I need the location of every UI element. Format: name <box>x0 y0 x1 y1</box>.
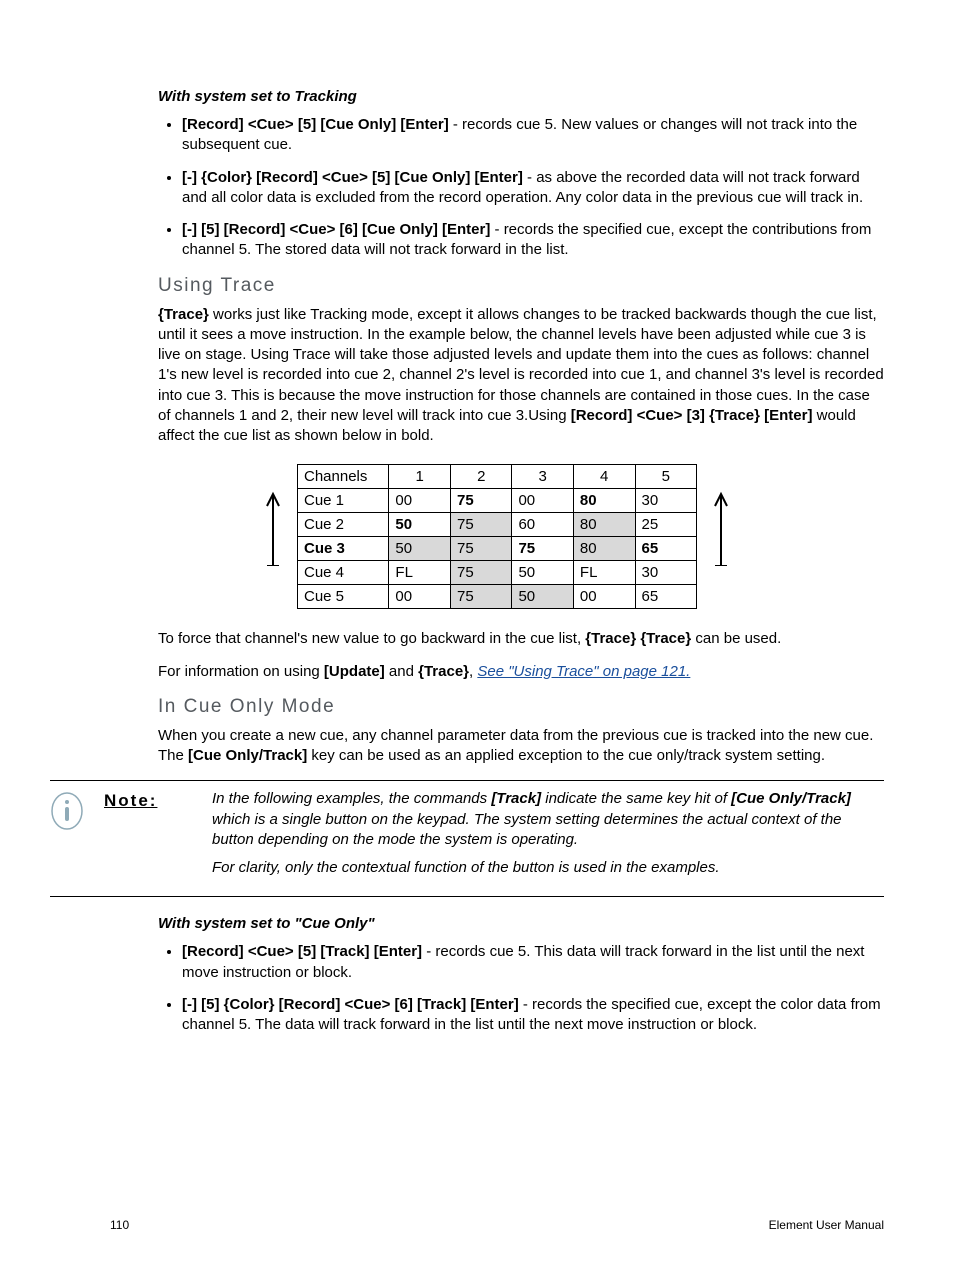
cmd: [Record] <Cue> [5] [Cue Only] [Enter] <box>182 116 449 133</box>
text: key can be used as an applied exception … <box>307 747 825 764</box>
cell: 80 <box>573 537 635 561</box>
table-row: Cue 4FL7550FL30 <box>298 561 697 585</box>
cell: 50 <box>389 537 451 561</box>
cell: 30 <box>635 489 696 513</box>
cmd: [Cue Only/Track] <box>731 790 851 807</box>
cell: 75 <box>451 585 512 609</box>
cell: 50 <box>512 585 573 609</box>
text: To force that channel's new value to go … <box>158 630 585 647</box>
text: In the following examples, the commands <box>212 790 491 807</box>
cmd: [Record] <Cue> [5] [Track] [Enter] <box>182 943 422 960</box>
cell: 75 <box>451 561 512 585</box>
cell: 65 <box>635 537 696 561</box>
cell: 30 <box>635 561 696 585</box>
cell: 75 <box>451 537 512 561</box>
list-item: [Record] <Cue> [5] [Cue Only] [Enter] - … <box>182 115 884 156</box>
list-item: [-] {Color} [Record] <Cue> [5] [Cue Only… <box>182 168 884 209</box>
text: For information on using <box>158 663 324 680</box>
cell: 00 <box>573 585 635 609</box>
para-trace-info: For information on using [Update] and {T… <box>158 662 884 682</box>
row-label: Cue 4 <box>298 561 389 585</box>
cmd: [Cue Only/Track] <box>188 747 307 764</box>
para-cueonly: When you create a new cue, any channel p… <box>158 726 884 767</box>
page-number: 110 <box>110 1218 129 1232</box>
page: With system set to Tracking [Record] <Cu… <box>0 0 954 1272</box>
cell: 00 <box>512 489 573 513</box>
cmd: [Track] <box>491 790 541 807</box>
cell: FL <box>389 561 451 585</box>
note-block: Note: In the following examples, the com… <box>50 780 884 897</box>
list-item: [Record] <Cue> [5] [Track] [Enter] - rec… <box>182 942 884 983</box>
cmd: [-] {Color} [Record] <Cue> [5] [Cue Only… <box>182 169 523 186</box>
table-header-ch: 4 <box>573 465 635 489</box>
manual-title: Element User Manual <box>769 1218 884 1232</box>
note-body: In the following examples, the commands … <box>212 789 884 886</box>
table-header-ch: 5 <box>635 465 696 489</box>
text: which is a single button on the keypad. … <box>212 811 842 848</box>
cell: 60 <box>512 513 573 537</box>
subheading-tracking: With system set to Tracking <box>158 88 884 105</box>
info-icon <box>50 791 84 831</box>
subheading-cueonly: With system set to "Cue Only" <box>158 915 884 932</box>
cell: 50 <box>512 561 573 585</box>
note-label: Note: <box>104 789 212 886</box>
table-header-ch: 3 <box>512 465 573 489</box>
cell: 80 <box>573 513 635 537</box>
trace-cmd: [Record] <Cue> [3] {Trace} [Enter] <box>571 407 813 424</box>
text: can be used. <box>691 630 781 647</box>
cmd: [Update] <box>324 663 385 680</box>
cmd: [-] [5] [Record] <Cue> [6] [Cue Only] [E… <box>182 221 490 238</box>
list-item: [-] [5] {Color} [Record] <Cue> [6] [Trac… <box>182 995 884 1036</box>
cell: 00 <box>389 489 451 513</box>
footer: 110 Element User Manual <box>110 1218 884 1232</box>
cell: 75 <box>512 537 573 561</box>
cell: 50 <box>389 513 451 537</box>
link-using-trace[interactable]: See "Using Trace" on page 121. <box>477 663 690 680</box>
table-row: Cue 10075008030 <box>298 489 697 513</box>
note-icon-cell <box>50 789 104 886</box>
row-label: Cue 1 <box>298 489 389 513</box>
text: indicate the same key hit of <box>541 790 731 807</box>
cmd: [-] [5] {Color} [Record] <Cue> [6] [Trac… <box>182 996 519 1013</box>
cue-table-wrap: Channels12345Cue 10075008030Cue 25075608… <box>237 464 757 609</box>
table-row: Cue 25075608025 <box>298 513 697 537</box>
para-trace-force: To force that channel's new value to go … <box>158 629 884 649</box>
trace-lead: {Trace} <box>158 306 209 323</box>
arrow-up-left-icon <box>265 488 281 566</box>
heading-cueonly: In Cue Only Mode <box>158 696 884 718</box>
table-row: Cue 35075758065 <box>298 537 697 561</box>
bullet-list-cueonly: [Record] <Cue> [5] [Track] [Enter] - rec… <box>182 942 884 1035</box>
cue-table: Channels12345Cue 10075008030Cue 25075608… <box>297 464 697 609</box>
cell: FL <box>573 561 635 585</box>
list-item: [-] [5] [Record] <Cue> [6] [Cue Only] [E… <box>182 220 884 261</box>
row-label: Cue 2 <box>298 513 389 537</box>
cell: 00 <box>389 585 451 609</box>
row-label: Cue 3 <box>298 537 389 561</box>
note-p2: For clarity, only the contextual functio… <box>212 858 878 878</box>
para-trace: {Trace} works just like Tracking mode, e… <box>158 305 884 447</box>
cell: 65 <box>635 585 696 609</box>
table-header-channels: Channels <box>298 465 389 489</box>
cell: 75 <box>451 513 512 537</box>
table-header-ch: 2 <box>451 465 512 489</box>
cell: 75 <box>451 489 512 513</box>
cmd: {Trace} {Trace} <box>585 630 691 647</box>
heading-using-trace: Using Trace <box>158 275 884 297</box>
cmd: {Trace} <box>418 663 469 680</box>
row-label: Cue 5 <box>298 585 389 609</box>
bullet-list-tracking: [Record] <Cue> [5] [Cue Only] [Enter] - … <box>182 115 884 261</box>
table-row: Cue 50075500065 <box>298 585 697 609</box>
arrow-up-right-icon <box>713 488 729 566</box>
cell: 80 <box>573 489 635 513</box>
text: and <box>385 663 418 680</box>
table-header-ch: 1 <box>389 465 451 489</box>
cell: 25 <box>635 513 696 537</box>
